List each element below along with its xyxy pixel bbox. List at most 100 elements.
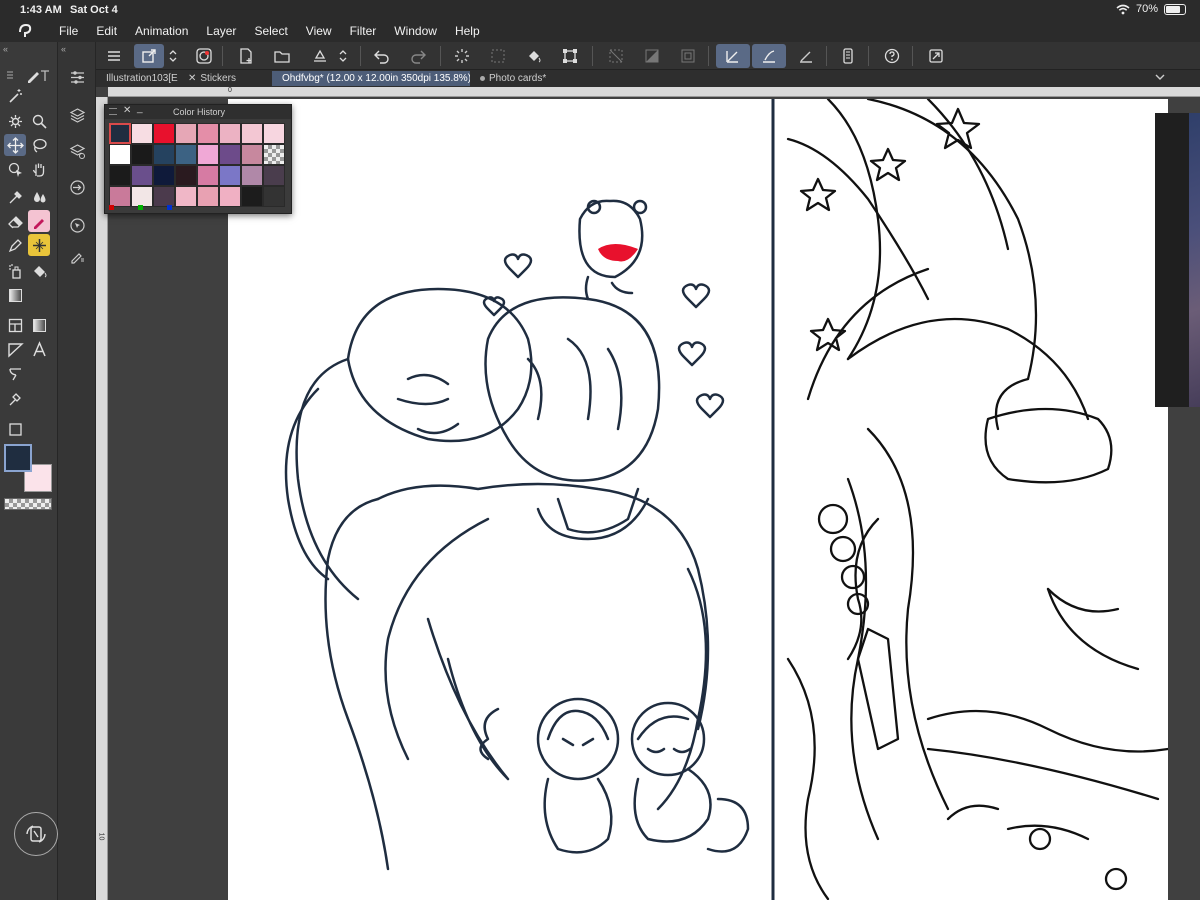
menu-grip-icon[interactable] xyxy=(3,64,17,86)
settings-gear-icon[interactable] xyxy=(4,110,26,132)
chevron-updown-icon[interactable] xyxy=(166,44,180,68)
invert-selection-icon[interactable] xyxy=(640,44,664,68)
transparent-color-swatch[interactable] xyxy=(4,498,52,510)
color-swatch[interactable] xyxy=(197,144,219,165)
sparkle-decoration-icon[interactable] xyxy=(28,234,50,256)
companion-icon[interactable] xyxy=(192,44,216,68)
layers-icon[interactable] xyxy=(66,104,88,126)
color-swatch[interactable] xyxy=(263,144,285,165)
text-icon[interactable] xyxy=(28,338,50,360)
color-swatch[interactable] xyxy=(241,165,263,186)
color-swatch[interactable] xyxy=(263,123,285,144)
pen-icon[interactable] xyxy=(4,234,26,256)
navigator-icon[interactable] xyxy=(66,176,88,198)
menu-filter[interactable]: Filter xyxy=(341,24,386,38)
brush-pink-icon[interactable] xyxy=(28,210,50,232)
balloon-icon[interactable] xyxy=(4,362,26,384)
eyedropper-icon[interactable] xyxy=(4,186,26,208)
fill-icon[interactable] xyxy=(522,44,546,68)
color-swatch[interactable] xyxy=(131,186,153,207)
menu-view[interactable]: View xyxy=(297,24,341,38)
blend-drops-icon[interactable] xyxy=(28,186,50,208)
frame-border-icon[interactable] xyxy=(4,314,26,336)
close-icon[interactable]: ✕ xyxy=(123,105,131,116)
fill-bucket-icon[interactable] xyxy=(28,260,50,282)
chevron-updown-icon[interactable] xyxy=(336,44,350,68)
transform-icon[interactable] xyxy=(558,44,582,68)
layer-move-icon[interactable] xyxy=(134,44,164,68)
color-swatch[interactable] xyxy=(197,123,219,144)
object-select-icon[interactable] xyxy=(4,158,26,180)
color-swatch[interactable] xyxy=(197,186,219,207)
gradient-icon[interactable] xyxy=(4,284,26,306)
help-icon[interactable] xyxy=(880,44,904,68)
zoom-icon[interactable] xyxy=(28,110,50,132)
menu-layer[interactable]: Layer xyxy=(197,24,245,38)
color-swatch[interactable] xyxy=(219,186,241,207)
color-swatch[interactable] xyxy=(241,144,263,165)
color-swatch[interactable] xyxy=(197,165,219,186)
snap-ruler-icon[interactable] xyxy=(716,44,750,68)
menu-help[interactable]: Help xyxy=(446,24,489,38)
color-swatch[interactable] xyxy=(153,144,175,165)
airbrush-icon[interactable] xyxy=(4,260,26,282)
correct-line-icon[interactable] xyxy=(4,388,26,410)
tab-stickers[interactable]: ✕ Stickers xyxy=(182,71,270,86)
panel-collapse-icon[interactable]: « xyxy=(58,42,95,56)
color-swatch[interactable] xyxy=(175,165,197,186)
tool-property-icon[interactable] xyxy=(66,66,88,88)
rotate-device-icon[interactable] xyxy=(14,812,58,856)
color-swatch[interactable] xyxy=(109,165,131,186)
tab-photo-cards[interactable]: Photo cards* xyxy=(474,71,574,86)
lasso-icon[interactable] xyxy=(28,134,50,156)
fullscreen-icon[interactable] xyxy=(924,44,948,68)
open-folder-icon[interactable] xyxy=(270,44,294,68)
tab-ohdfvbg[interactable]: Ohdfvbg* (12.00 x 12.00in 350dpi 135.8%) xyxy=(272,71,470,86)
text-tab-icon[interactable] xyxy=(38,64,52,86)
hamburger-menu-icon[interactable] xyxy=(102,44,126,68)
snap-grid-icon[interactable] xyxy=(794,44,818,68)
tab-illustration103[interactable]: Illustration103[E xyxy=(96,71,182,86)
color-swatch[interactable] xyxy=(219,165,241,186)
square-frame-icon[interactable] xyxy=(4,418,26,440)
new-file-icon[interactable] xyxy=(234,44,258,68)
color-swatch[interactable] xyxy=(153,123,175,144)
brush-size-icon[interactable] xyxy=(66,244,88,266)
color-swatch[interactable] xyxy=(241,123,263,144)
tone-gradient-icon[interactable] xyxy=(28,314,50,336)
clear-layer-icon[interactable] xyxy=(486,44,510,68)
deselect-icon[interactable] xyxy=(604,44,628,68)
device-icon[interactable] xyxy=(836,44,860,68)
menu-edit[interactable]: Edit xyxy=(87,24,126,38)
move-tool-icon[interactable] xyxy=(4,134,26,156)
color-swatch[interactable] xyxy=(175,144,197,165)
redo-icon[interactable] xyxy=(406,44,430,68)
menu-file[interactable]: File xyxy=(50,24,87,38)
eraser-icon[interactable] xyxy=(4,210,26,232)
panel-menu-icon[interactable] xyxy=(109,108,117,115)
menu-window[interactable]: Window xyxy=(385,24,446,38)
save-icon[interactable] xyxy=(308,44,332,68)
close-icon[interactable]: ✕ xyxy=(188,73,196,84)
color-swatch[interactable] xyxy=(153,165,175,186)
chevron-down-icon[interactable] xyxy=(1154,71,1166,86)
color-swatch[interactable] xyxy=(109,186,131,207)
magic-wand-icon[interactable] xyxy=(4,84,26,106)
color-swatch[interactable] xyxy=(175,186,197,207)
color-swatch[interactable] xyxy=(241,186,263,207)
color-swatch[interactable] xyxy=(175,123,197,144)
color-history-header[interactable]: ✕ _ Color History xyxy=(105,103,291,119)
color-swatch[interactable] xyxy=(263,186,285,207)
color-swatch[interactable] xyxy=(109,123,131,144)
undo-icon[interactable] xyxy=(370,44,394,68)
panel-collapse-icon[interactable]: « xyxy=(0,42,57,56)
color-swatch[interactable] xyxy=(219,144,241,165)
color-swatch[interactable] xyxy=(219,123,241,144)
color-swatch[interactable] xyxy=(131,144,153,165)
color-swatch[interactable] xyxy=(131,123,153,144)
ruler-icon[interactable] xyxy=(4,338,26,360)
color-swatch[interactable] xyxy=(109,144,131,165)
snap-special-ruler-icon[interactable] xyxy=(752,44,786,68)
selection-border-icon[interactable] xyxy=(676,44,700,68)
menu-select[interactable]: Select xyxy=(245,24,296,38)
